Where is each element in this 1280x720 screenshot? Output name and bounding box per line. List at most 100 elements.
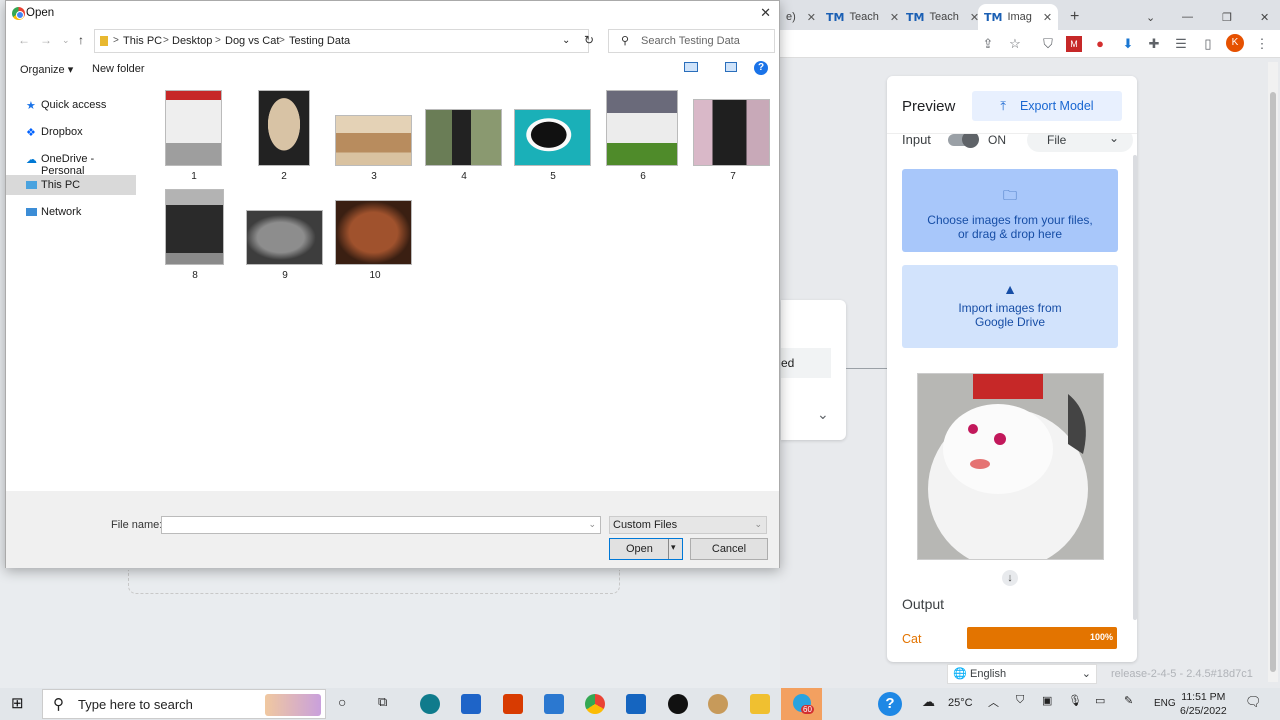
chrome-taskbar-icon[interactable] [585,694,605,714]
page-scroll-thumb[interactable] [1270,92,1276,672]
nav-network[interactable]: Network [6,202,136,222]
minimize-icon[interactable]: — [1176,4,1199,30]
office-icon[interactable] [503,694,523,714]
weather-icon[interactable]: ☁ [922,694,942,714]
cortana-icon[interactable]: ○ [338,694,358,714]
new-folder-button[interactable]: New folder [92,63,145,75]
mail-icon[interactable] [544,694,564,714]
file-name-input[interactable]: ⌄ [161,516,601,534]
nav-onedrive[interactable]: ☁ OneDrive - Personal [6,149,136,177]
help-app-icon[interactable]: ? [878,692,902,716]
game-app-icon[interactable] [708,694,728,714]
back-arrow-icon[interactable]: ← [18,33,30,47]
choose-files-button[interactable]: 🗀 Choose images from your files, or drag… [902,169,1118,252]
battery-icon[interactable]: ▭ [1095,694,1115,714]
nav-quick-access[interactable]: ★ Quick access [6,95,136,115]
thumbnail-image [606,90,678,166]
breadcrumb-desktop[interactable]: Desktop [172,35,212,47]
profile-avatar[interactable]: K [1226,34,1244,52]
up-arrow-icon[interactable]: ↑ [78,33,84,47]
nav-label: Network [41,206,82,218]
bookmark-star-icon[interactable]: ☆ [1007,36,1023,52]
download-extension-icon[interactable]: ⬇ [1120,36,1136,52]
export-model-button[interactable]: ⤒ Export Model [972,91,1122,121]
microphone-icon[interactable]: 🎙 [1068,694,1088,714]
tab-partial[interactable]: e) ✕ [780,4,816,30]
temperature[interactable]: 25°C [948,697,973,709]
chevron-down-icon[interactable]: ⌄ [588,519,596,530]
nav-dropbox[interactable]: ❖ Dropbox [6,122,136,142]
chevron-up-icon[interactable]: ︿ [988,694,1008,714]
forward-arrow-icon[interactable]: → [40,33,52,47]
new-tab-button[interactable]: + [1064,4,1086,30]
store-icon[interactable] [461,694,481,714]
file-name: 3 [371,171,377,182]
tab-teach-1[interactable]: TM Teach ✕ [820,4,899,30]
refresh-icon[interactable]: ↻ [584,33,594,47]
menu-kebab-icon[interactable]: ⋮ [1254,36,1270,52]
file-name: 6 [640,171,646,182]
windows-start-icon[interactable]: ⊞ [11,694,31,714]
nav-this-pc[interactable]: This PC [6,175,136,195]
restore-icon[interactable]: ❐ [1216,4,1238,30]
cancel-button[interactable]: Cancel [690,538,768,560]
organize-button[interactable]: Organize ▾ [20,63,73,76]
thumbnail-image [335,200,412,265]
input-language[interactable]: ENG [1154,698,1176,709]
search-input[interactable]: ⚲ Search Testing Data [608,29,775,53]
chevron-down-icon[interactable]: ▾ [671,542,676,553]
task-view-icon[interactable]: ⧉ [378,694,398,714]
import-drive-button[interactable]: ▲ Import images from Google Drive [902,265,1118,348]
address-bar[interactable]: > This PC > Desktop > Dog vs Cat > Testi… [94,29,589,53]
class-chip[interactable]: ed [781,348,831,378]
red-extension-icon[interactable]: M [1066,36,1082,52]
chevron-down-icon[interactable]: ⌄ [562,35,570,46]
nav-label: This PC [41,179,81,191]
open-button[interactable]: Open ▾ [609,538,683,560]
page-scrollbar[interactable] [1268,62,1278,682]
photos-icon[interactable] [626,694,646,714]
shield-extension-icon[interactable]: ⛉ [1040,36,1056,52]
tab-teach-2[interactable]: TM Teach ✕ [900,4,979,30]
side-panel-icon[interactable]: ▯ [1200,36,1216,52]
recorder-icon[interactable] [668,694,688,714]
open-label: Open [626,543,653,555]
breadcrumb-dog-vs-cat[interactable]: Dog vs Cat [225,35,279,47]
telegram-taskbar-icon[interactable]: 60 [781,688,822,720]
breadcrumb-this-pc[interactable]: This PC [123,35,162,47]
edge-icon[interactable] [420,694,440,714]
tray-app-icon[interactable]: ▣ [1042,694,1062,714]
close-icon[interactable]: ✕ [807,11,816,24]
teachable-machine-icon: TM [906,10,925,24]
tab-image-active[interactable]: TM Imag ✕ [978,4,1058,30]
nav-label: OneDrive - Personal [41,153,95,177]
file-name: 5 [550,171,556,182]
file-type-select[interactable]: Custom Files ⌄ [609,516,767,534]
reading-list-icon[interactable]: ☰ [1173,36,1189,52]
star-icon: ★ [26,100,36,112]
extensions-puzzle-icon[interactable]: ✚ [1146,36,1162,52]
taskbar-clock[interactable]: 11:51 PM 6/25/2022 [1180,690,1227,718]
share-icon[interactable]: ⇪ [980,36,996,52]
browser-tab-strip: e) ✕ TM Teach ✕ TM Teach ✕ TM Imag ✕ + ⌄… [780,0,1280,30]
close-icon[interactable]: ✕ [890,11,899,24]
pen-icon[interactable]: ✎ [1124,694,1144,714]
window-close-icon[interactable]: ✕ [1254,4,1275,30]
panel-scrollbar[interactable] [1133,155,1137,620]
taskbar-search-input[interactable]: ⚲ Type here to search [42,689,326,719]
help-icon[interactable]: ? [754,61,768,75]
release-version: release-2-4-5 - 2.4.5#18d7c1 [1111,668,1253,680]
file-explorer-icon[interactable] [750,694,770,714]
notifications-icon[interactable]: 🗨 [1245,694,1265,714]
close-icon[interactable]: ✕ [1043,11,1052,24]
preview-pane-icon[interactable] [725,62,737,72]
chevron-down-icon[interactable]: ⌄ [817,406,829,423]
language-select[interactable]: 🌐 English ⌄ [947,664,1097,684]
record-extension-icon[interactable]: ● [1092,36,1108,52]
breadcrumb-testing-data[interactable]: Testing Data [289,35,350,47]
shield-tray-icon[interactable]: ⛉ [1016,694,1036,714]
tab-search-chevron-icon[interactable]: ⌄ [1140,4,1161,30]
recent-chevron-icon[interactable]: ⌄ [62,35,70,46]
close-icon[interactable]: ✕ [760,5,771,21]
view-options-icon[interactable] [684,62,698,72]
